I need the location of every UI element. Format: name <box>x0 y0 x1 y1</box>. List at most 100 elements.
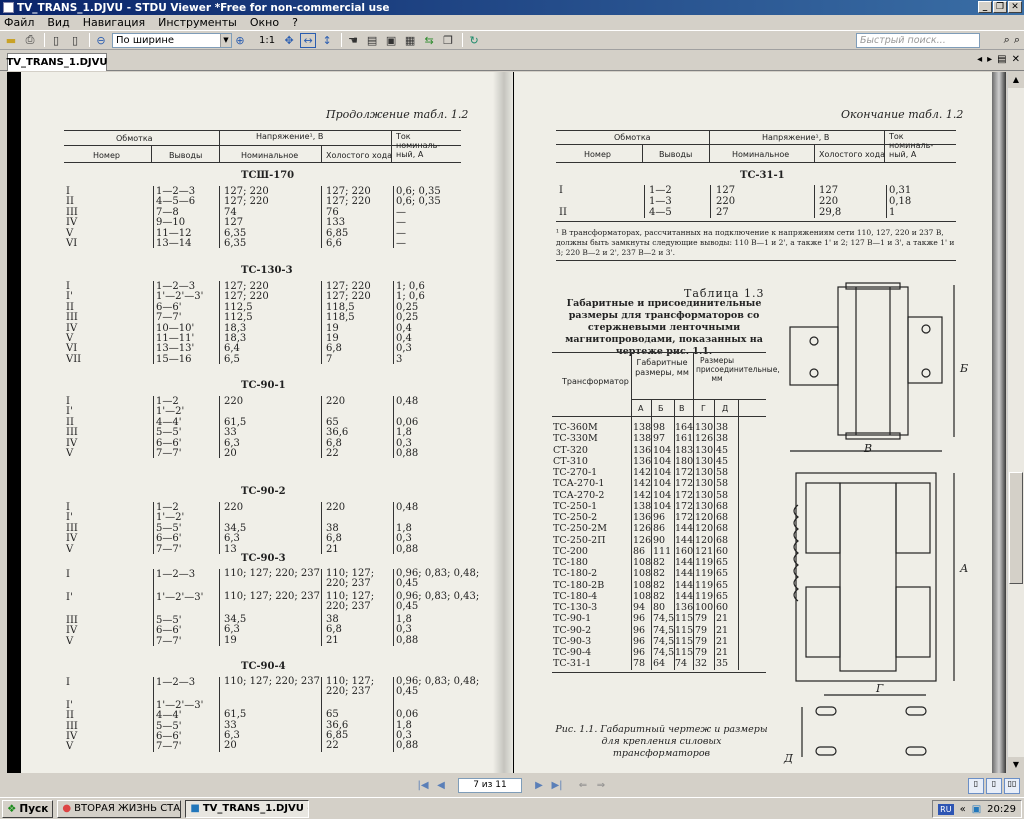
find-icon[interactable]: ⌕ <box>1004 33 1010 47</box>
last-page-icon[interactable]: ▶| <box>550 780 564 791</box>
drawing-label: Г <box>876 682 884 695</box>
zoom-out-icon[interactable]: ⊖ <box>93 33 109 48</box>
document-viewer[interactable]: Продолжение табл. 1.2 Обмотка Напряжение¹,… <box>7 72 1006 773</box>
scroll-up-icon[interactable]: ▲ <box>1008 72 1024 88</box>
cell-idle: 127; 220 <box>326 281 371 292</box>
t3-cell-name: ТС-250-1 <box>553 500 598 512</box>
zoom-in-icon[interactable]: ⊕ <box>232 33 248 48</box>
cell-number: VI <box>66 343 78 355</box>
hand-tool-icon[interactable]: ☚ <box>345 33 361 48</box>
language-indicator[interactable]: RU <box>938 803 954 815</box>
prev-page-icon[interactable]: ◀ <box>434 780 448 791</box>
cell-idle: 36,6 <box>326 427 349 439</box>
t3-cell: 97 <box>653 433 666 445</box>
first-page-icon[interactable]: |◀ <box>416 780 430 791</box>
copy-icon[interactable]: ❐ <box>440 33 456 48</box>
print-icon[interactable]: ⎙ <box>22 33 38 48</box>
menu-window[interactable]: Окно <box>250 16 279 29</box>
minimize-button[interactable]: _ <box>978 1 992 13</box>
menu-tools[interactable]: Инструменты <box>158 16 237 29</box>
cell-number: IV <box>66 437 78 449</box>
page-layout-icon[interactable]: ▯ <box>48 33 64 48</box>
cell-nominal: 110; 127; 220; 237 <box>224 590 320 602</box>
fit-width-icon[interactable]: ↔ <box>300 32 317 48</box>
cell-leads: 1—2—3 <box>156 281 196 292</box>
t3-cell: 65 <box>716 579 729 591</box>
t3-cell: 104 <box>653 455 672 467</box>
cell-idle: 127 <box>819 185 839 196</box>
cell-nominal: 6,5 <box>224 353 240 365</box>
t3-cell: 60 <box>716 545 729 557</box>
cell-idle: 65 <box>326 416 339 428</box>
back-icon[interactable]: ⇐ <box>576 780 590 791</box>
chevron-down-icon[interactable]: ▼ <box>220 33 231 47</box>
t3-cell: 120 <box>695 512 714 523</box>
select-text-icon[interactable]: ▤ <box>364 33 380 48</box>
select-image-icon[interactable]: ▦ <box>402 33 418 48</box>
t3-cell: 45 <box>716 455 729 467</box>
taskbar-item-browser[interactable]: ●ВТОРАЯ ЖИЗНЬ СТАРО... <box>57 799 182 818</box>
fit-height-icon[interactable]: ↕ <box>319 33 335 48</box>
t3-cell: 119 <box>695 568 714 580</box>
cell-nominal: 220 <box>224 502 244 513</box>
tab-right-icon[interactable]: ▸ <box>987 54 992 65</box>
tab-document[interactable]: TV_TRANS_1.DJVU <box>6 53 108 71</box>
cell-idle: 19 <box>326 322 339 334</box>
t3-cell: 96 <box>633 624 646 636</box>
menu-navigation[interactable]: Навигация <box>83 16 145 29</box>
find-next-icon[interactable]: ⌕ <box>1014 33 1020 47</box>
menu-view[interactable]: Вид <box>47 16 69 29</box>
cell-idle: 65 <box>326 709 339 721</box>
section-title: ТС-90-1 <box>241 380 286 391</box>
cell-number: I' <box>66 291 73 303</box>
fit-page-icon[interactable]: ✥ <box>281 33 297 48</box>
single-page-view-icon[interactable]: ▯ <box>968 778 984 794</box>
tray-icon[interactable]: « <box>960 804 966 815</box>
forward-icon[interactable]: ⇒ <box>594 780 608 791</box>
two-pages-icon[interactable]: ▯ <box>67 33 83 48</box>
tab-list-icon[interactable]: ▤ <box>997 54 1006 65</box>
open-folder-icon[interactable]: ▬ <box>3 33 19 48</box>
zoom-select[interactable]: По ширине ▼ <box>112 32 232 48</box>
t3-cell: 86 <box>653 523 666 535</box>
t3-cell: 21 <box>716 613 729 625</box>
continuous-view-icon[interactable]: ▯ <box>986 778 1002 794</box>
restore-button[interactable]: ❐ <box>993 1 1007 13</box>
quick-search-input[interactable]: Быстрый поиск... <box>856 33 980 48</box>
right-page: Окончание табл. 1.2 Обмотка Напряжение¹, В… <box>514 72 992 773</box>
menu-help[interactable]: ? <box>292 16 298 29</box>
page-number-input[interactable]: 7 из 11 <box>458 777 522 793</box>
vertical-scrollbar[interactable]: ▲ ▼ <box>1007 72 1024 773</box>
scroll-down-icon[interactable]: ▼ <box>1008 757 1024 773</box>
menu-file[interactable]: Файл <box>4 16 34 29</box>
cell-current: 0,96; 0,83; 0,43; 0,45 <box>396 590 480 612</box>
tab-left-icon[interactable]: ◂ <box>977 54 982 65</box>
cell-current: 1 <box>889 207 896 218</box>
close-button[interactable]: ✕ <box>1008 1 1022 13</box>
actual-size-button[interactable]: 1:1 <box>259 35 275 46</box>
snapshot-icon[interactable]: ▣ <box>383 33 399 48</box>
t3-cell: 138 <box>633 422 652 433</box>
facing-view-icon[interactable]: ▯▯ <box>1004 778 1020 794</box>
task-label: ВТОРАЯ ЖИЗНЬ СТАРО... <box>74 803 181 814</box>
refresh-icon[interactable]: ↻ <box>466 33 482 48</box>
network-icon[interactable]: ▣ <box>972 804 981 815</box>
taskbar-item-viewer[interactable]: ■TV_TRANS_1.DJVU - S... <box>185 799 310 818</box>
header-idle: Холостого хода <box>819 150 886 159</box>
tab-close-icon[interactable]: ✕ <box>1012 54 1020 65</box>
rule-line <box>393 396 394 459</box>
t3-header-transformer: Трансформатор <box>562 377 629 386</box>
cell-number: I <box>66 677 70 688</box>
t3-cell: 142 <box>633 467 652 478</box>
t3-cell-name: ТС-180-2В <box>553 579 605 591</box>
cell-current: — <box>396 238 406 249</box>
next-page-icon[interactable]: ▶ <box>532 780 546 791</box>
scroll-thumb[interactable] <box>1009 472 1023 584</box>
cell-number: V <box>66 227 74 239</box>
cell-nominal: 127; 220 <box>224 186 269 197</box>
t3-cell-name: ТС-90-4 <box>553 647 592 658</box>
cell-nominal: 19 <box>224 634 237 646</box>
start-button[interactable]: ❖ Пуск <box>2 799 54 818</box>
rule-line <box>153 502 154 554</box>
sync-icon[interactable]: ⇆ <box>421 33 437 48</box>
